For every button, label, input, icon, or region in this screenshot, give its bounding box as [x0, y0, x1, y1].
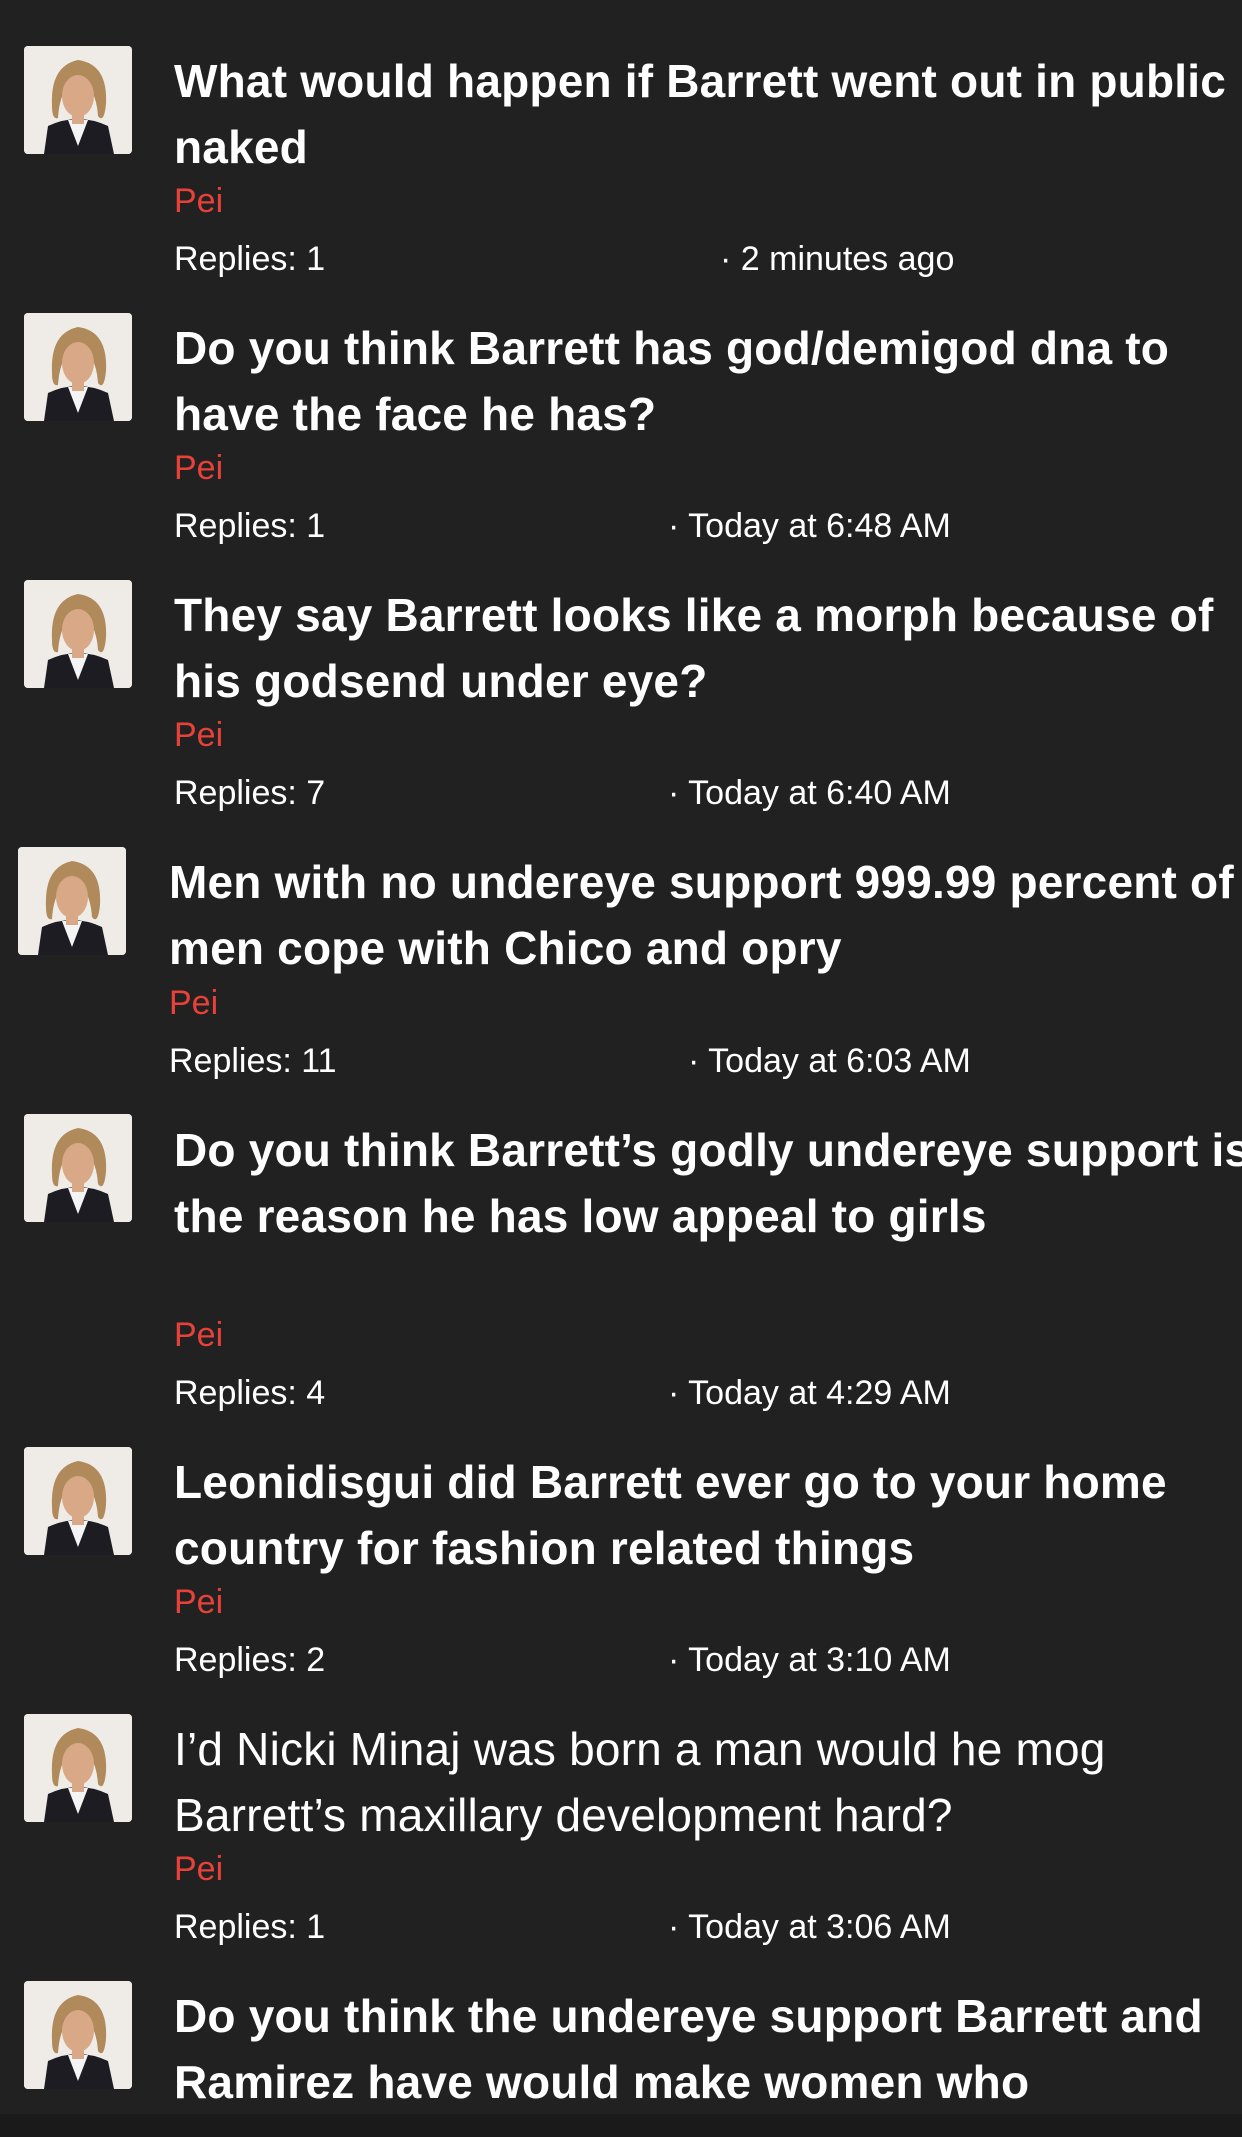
user-portrait-icon	[24, 46, 132, 154]
thread-replies: Replies: 4	[174, 1374, 326, 1412]
avatar[interactable]	[24, 580, 132, 688]
thread-replies: Replies: 1	[174, 507, 326, 545]
thread-author[interactable]: Pei	[174, 448, 223, 488]
thread-author[interactable]: Pei	[174, 1582, 223, 1622]
user-portrait-icon	[24, 1114, 132, 1222]
thread-date: · Today at 6:40 AM	[668, 774, 951, 812]
user-portrait-icon	[24, 580, 132, 688]
thread-replies: Replies: 11	[169, 1042, 337, 1080]
thread-replies: Replies: 7	[174, 774, 326, 812]
avatar[interactable]	[18, 847, 126, 955]
thread-replies: Replies: 1	[174, 1908, 326, 1946]
thread-replies: Replies: 2	[174, 1641, 326, 1679]
thread-title[interactable]: Men with no undereye support 999.99 perc…	[169, 849, 1242, 981]
user-portrait-icon	[24, 1981, 132, 2089]
bottom-bar	[0, 2114, 1242, 2137]
user-portrait-icon	[18, 847, 126, 955]
thread-author[interactable]: Pei	[174, 715, 223, 755]
thread-title[interactable]: Leonidisgui did Barrett ever go to your …	[174, 1449, 1242, 1581]
thread-author[interactable]: Pei	[174, 181, 223, 221]
thread-date: · Today at 3:06 AM	[668, 1908, 951, 1946]
thread-date: · Today at 6:03 AM	[688, 1042, 971, 1080]
thread-title[interactable]: What would happen if Barrett went out in…	[174, 48, 1242, 180]
user-portrait-icon	[24, 313, 132, 421]
avatar[interactable]	[24, 1981, 132, 2089]
avatar[interactable]	[24, 1447, 132, 1555]
thread-title[interactable]: Do you think the undereye support Barret…	[174, 1983, 1242, 2115]
user-portrait-icon	[24, 1714, 132, 1822]
thread-date: · Today at 6:48 AM	[668, 507, 951, 545]
thread-title[interactable]: I’d Nicki Minaj was born a man would he …	[174, 1716, 1242, 1848]
thread-author[interactable]: Pei	[174, 1849, 223, 1889]
thread-author[interactable]: Pei	[174, 1315, 223, 1355]
thread-date: · Today at 3:10 AM	[668, 1641, 951, 1679]
thread-date: · 2 minutes ago	[720, 240, 955, 278]
avatar[interactable]	[24, 46, 132, 154]
thread-title[interactable]: They say Barrett looks like a morph beca…	[174, 582, 1242, 714]
avatar[interactable]	[24, 313, 132, 421]
thread-title[interactable]: Do you think Barrett’s godly undereye su…	[174, 1117, 1242, 1249]
thread-title[interactable]: Do you think Barrett has god/demigod dna…	[174, 315, 1242, 447]
user-portrait-icon	[24, 1447, 132, 1555]
thread-author[interactable]: Pei	[169, 983, 218, 1023]
thread-replies: Replies: 1	[174, 240, 326, 278]
avatar[interactable]	[24, 1114, 132, 1222]
avatar[interactable]	[24, 1714, 132, 1822]
thread-date: · Today at 4:29 AM	[668, 1374, 951, 1412]
